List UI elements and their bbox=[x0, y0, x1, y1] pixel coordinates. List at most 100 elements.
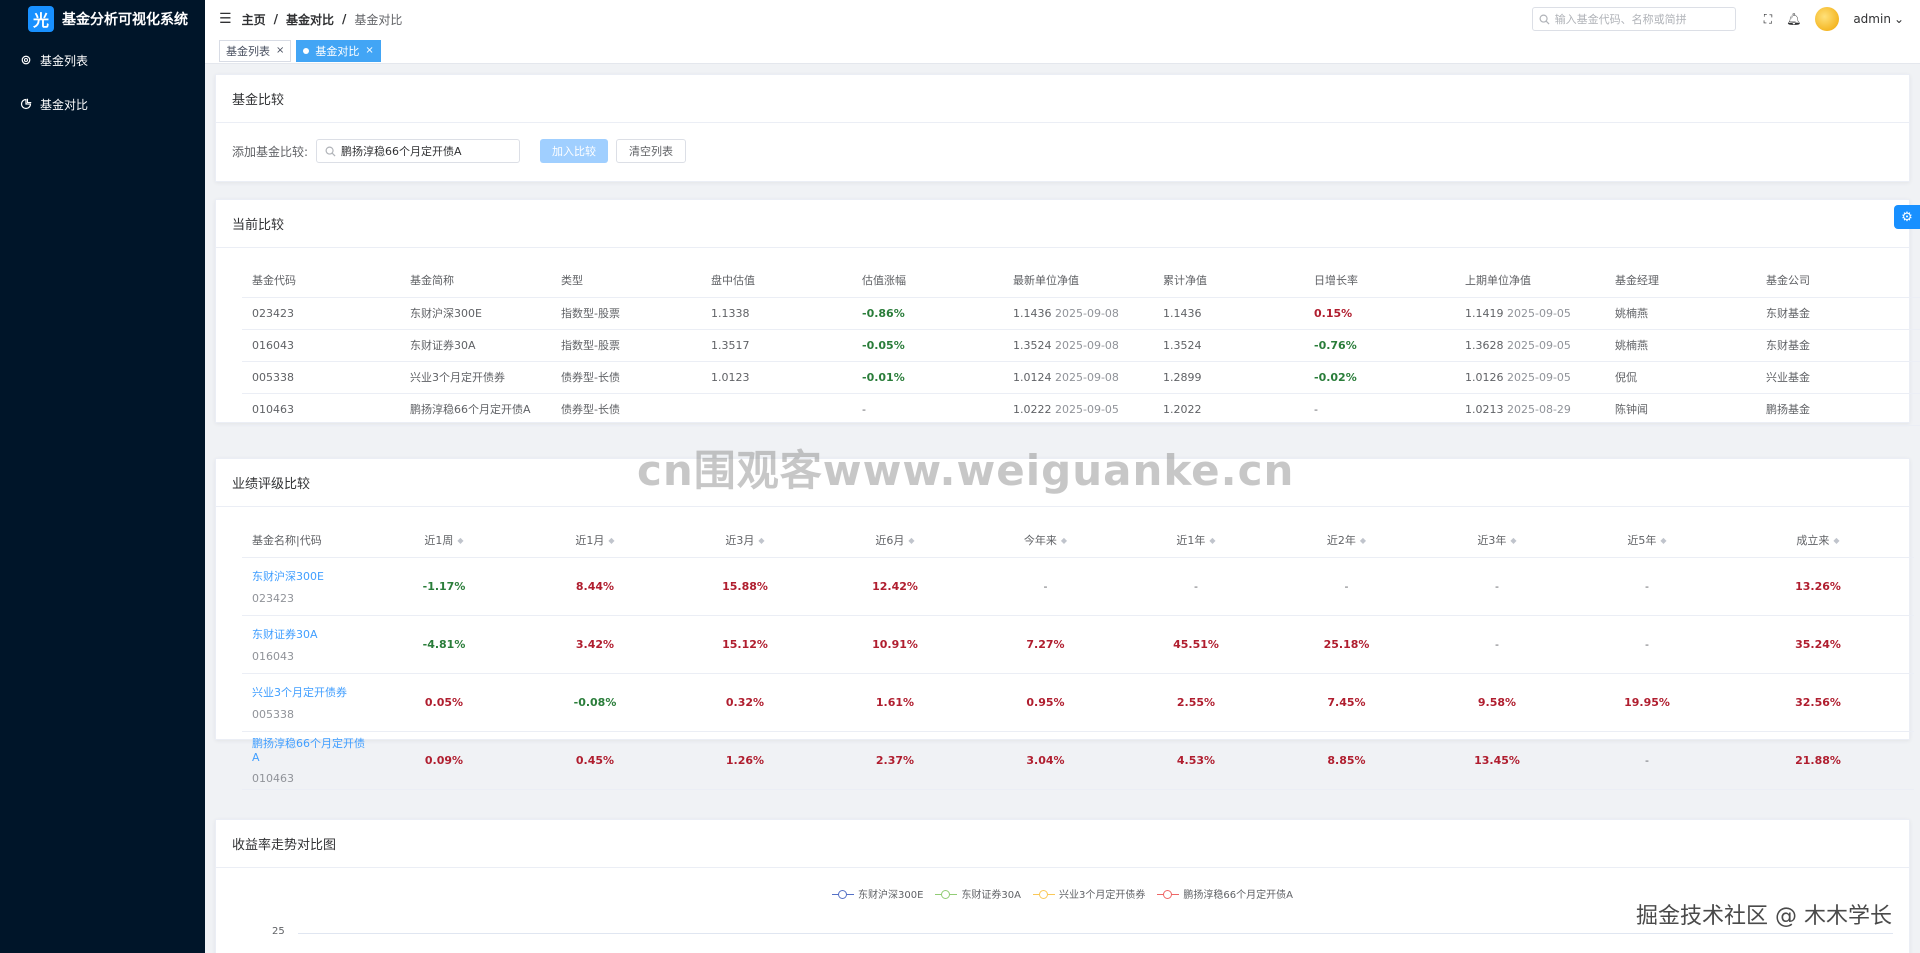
return-value: 10.91% bbox=[872, 637, 918, 651]
table-cell: 姚楠燕 bbox=[1605, 329, 1756, 362]
column-header-label: 近2年 bbox=[1326, 533, 1356, 547]
table-cell: - bbox=[1572, 615, 1722, 674]
card-title: 收益率走势对比图 bbox=[216, 820, 1909, 868]
legend-item[interactable]: 鹏扬淳稳66个月定开债A bbox=[1157, 886, 1293, 901]
sort-icon[interactable]: ◆ bbox=[457, 536, 463, 545]
column-header[interactable]: 近1月 ◆ bbox=[520, 523, 670, 558]
return-value: - bbox=[1194, 579, 1198, 593]
sort-icon[interactable]: ◆ bbox=[1209, 536, 1215, 545]
sidebar-item-label: 基金对比 bbox=[40, 97, 89, 112]
table-cell: 1.2022 bbox=[1153, 393, 1304, 426]
add-compare-button[interactable]: 加入比较 bbox=[540, 139, 609, 163]
table-row[interactable]: 010463 鹏扬淳稳66个月定开债A 债券型-长债 - 1.0222 2025-09-… bbox=[242, 393, 1920, 426]
cell-manager: 陈钟闻 bbox=[1615, 403, 1648, 416]
add-fund-input[interactable]: 鹏扬淳稳66个月定开债A bbox=[316, 139, 521, 163]
column-header[interactable]: 近6月 ◆ bbox=[820, 523, 970, 558]
table-cell: 3.42% bbox=[520, 615, 670, 674]
cell-manager: 姚楠燕 bbox=[1615, 339, 1648, 352]
table-cell: 13.26% bbox=[1722, 557, 1914, 616]
table-cell: 1.3524 2025-09-08 bbox=[1003, 329, 1153, 362]
bell-icon[interactable]: 🔔︎ bbox=[1786, 12, 1801, 26]
clear-list-button[interactable]: 清空列表 bbox=[616, 139, 687, 163]
column-header[interactable]: 近3月 ◆ bbox=[670, 523, 820, 558]
sort-icon[interactable]: ◆ bbox=[1660, 536, 1666, 545]
cell-acc: 1.2899 bbox=[1163, 370, 1202, 384]
column-header-label: 近1年 bbox=[1176, 533, 1206, 547]
sort-icon[interactable]: ◆ bbox=[1360, 536, 1366, 545]
cell-code: 005338 bbox=[252, 370, 294, 384]
fund-search-input[interactable]: 输入基金代码、名称或简拼 bbox=[1531, 7, 1736, 31]
cell-daily: - bbox=[1314, 402, 1318, 416]
return-value: 35.24% bbox=[1795, 637, 1841, 651]
table-cell: - bbox=[1121, 557, 1271, 616]
table-cell: -0.86% bbox=[852, 297, 1003, 330]
close-icon[interactable]: × bbox=[276, 45, 284, 56]
cell-prev-date: 2025-08-29 bbox=[1507, 402, 1571, 416]
table-cell: 1.1338 bbox=[701, 297, 852, 330]
table-row[interactable]: 016043 东财证券30A 指数型-股票 1.3517 -0.05% 1.3524 20… bbox=[242, 329, 1920, 362]
sort-icon[interactable]: ◆ bbox=[1833, 536, 1839, 545]
column-header-label: 近3年 bbox=[1477, 533, 1507, 547]
sidebar-item-fund-compare[interactable]: 基金对比 bbox=[0, 82, 205, 126]
legend-item[interactable]: 东财沪深300E bbox=[832, 886, 923, 901]
cell-daily: -0.02% bbox=[1314, 370, 1357, 384]
fund-name-link[interactable]: 兴业3个月定开债券 bbox=[252, 684, 367, 700]
fund-name-link[interactable]: 鹏扬淳稳66个月定开债A bbox=[252, 735, 367, 764]
current-compare-table: 基金代码 基金简称 类型 盘中估值 估值涨幅 最新单位净值 累计净值 日增长率 上期单位净值 基金… bbox=[242, 264, 1920, 426]
column-header[interactable]: 成立来 ◆ bbox=[1722, 523, 1914, 558]
sort-icon[interactable]: ◆ bbox=[1061, 536, 1067, 545]
cell-prev-date: 2025-09-05 bbox=[1507, 338, 1571, 352]
app-logo[interactable]: 光 基金分析可视化系统 bbox=[0, 0, 205, 38]
table-cell: 19.95% bbox=[1572, 673, 1722, 732]
legend-label: 东财证券30A bbox=[961, 890, 1022, 901]
column-header[interactable]: 近5年 ◆ bbox=[1572, 523, 1722, 558]
menu-toggle-icon[interactable]: ☰ bbox=[219, 11, 232, 27]
cell-est_chg: -0.05% bbox=[862, 338, 905, 352]
cell-prev: 1.0126 bbox=[1465, 370, 1504, 384]
fund-name-link[interactable]: 东财沪深300E bbox=[252, 568, 367, 584]
column-header[interactable]: 近1年 ◆ bbox=[1121, 523, 1271, 558]
settings-gear-button[interactable]: ⚙ bbox=[1894, 205, 1920, 229]
tab-fund-compare[interactable]: 基金对比 × bbox=[296, 39, 381, 62]
sidebar-item-fund-list[interactable]: 基金列表 bbox=[0, 38, 205, 82]
table-cell: 21.88% bbox=[1722, 731, 1914, 790]
column-header[interactable]: 今年来 ◆ bbox=[970, 523, 1121, 558]
table-row[interactable]: 023423 东财沪深300E 指数型-股票 1.1338 -0.86% 1.1436 2… bbox=[242, 297, 1920, 330]
avatar[interactable] bbox=[1815, 7, 1840, 31]
cell-nav: 1.0124 bbox=[1013, 370, 1052, 384]
main-content: 基金比较 添加基金比较: 鹏扬淳稳66个月定开债A 加入比较 清空列表 当前比较… bbox=[205, 64, 1920, 953]
cell-nav-date: 2025-09-08 bbox=[1055, 306, 1119, 320]
fund-name-link[interactable]: 东财证券30A bbox=[252, 626, 367, 642]
legend-item[interactable]: 东财证券30A bbox=[935, 886, 1021, 901]
user-menu[interactable]: admin ⌄ bbox=[1853, 12, 1904, 26]
tab-fund-list[interactable]: 基金列表 × bbox=[219, 39, 292, 62]
table-cell: 1.3628 2025-09-05 bbox=[1455, 329, 1605, 362]
cell-nav: 1.1436 bbox=[1013, 306, 1052, 320]
column-header[interactable]: 近3年 ◆ bbox=[1422, 523, 1572, 558]
table-cell: - bbox=[1304, 393, 1455, 426]
table-cell: 9.58% bbox=[1422, 673, 1572, 732]
sort-icon[interactable]: ◆ bbox=[1510, 536, 1516, 545]
table-cell: 鹏扬淳稳66个月定开债A bbox=[400, 393, 551, 426]
table-cell: 13.45% bbox=[1422, 731, 1572, 790]
sort-icon[interactable]: ◆ bbox=[608, 536, 614, 545]
legend-item[interactable]: 兴业3个月定开债券 bbox=[1033, 886, 1145, 901]
table-cell: - bbox=[1572, 731, 1722, 790]
table-row[interactable]: 005338 兴业3个月定开债券 债券型-长债 1.0123 -0.01% 1.0124 … bbox=[242, 361, 1920, 394]
sort-icon[interactable]: ◆ bbox=[908, 536, 914, 545]
column-header[interactable]: 近2年 ◆ bbox=[1271, 523, 1422, 558]
table-cell: 023423 bbox=[242, 297, 400, 330]
table-cell: 1.26% bbox=[670, 731, 820, 790]
table-cell: -1.17% bbox=[368, 557, 520, 616]
column-header[interactable]: 近1周 ◆ bbox=[368, 523, 520, 558]
fullscreen-icon[interactable]: ⛶ bbox=[1764, 12, 1772, 27]
table-cell: 010463 bbox=[242, 393, 400, 426]
return-value: 0.05% bbox=[424, 695, 464, 709]
sort-icon[interactable]: ◆ bbox=[758, 536, 764, 545]
close-icon[interactable]: × bbox=[365, 45, 373, 56]
breadcrumb-section[interactable]: 基金对比 bbox=[286, 11, 334, 28]
table-cell: 东财证券30A 016043 bbox=[242, 615, 368, 674]
card-title: 基金比较 bbox=[216, 75, 1909, 123]
breadcrumb-home[interactable]: 主页 bbox=[242, 11, 266, 28]
table-cell: 0.05% bbox=[368, 673, 520, 732]
